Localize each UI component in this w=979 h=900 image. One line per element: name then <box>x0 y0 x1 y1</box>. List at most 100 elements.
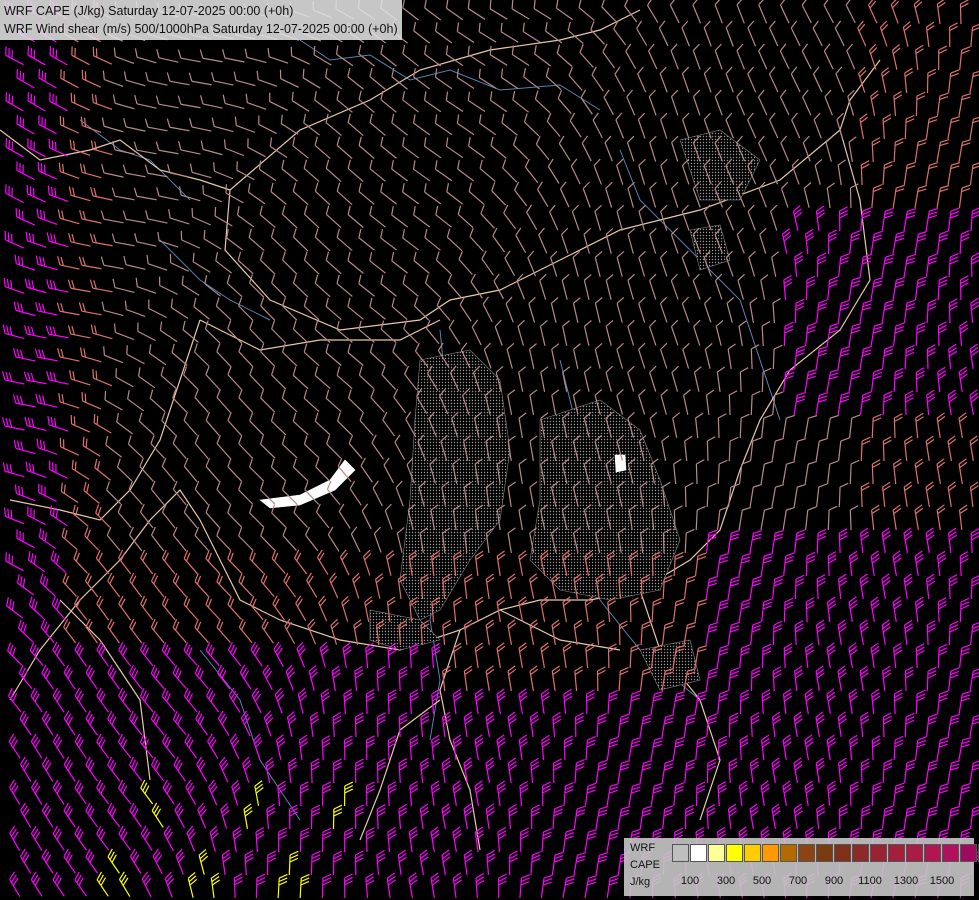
wind-barb <box>958 412 968 438</box>
wind-barb <box>791 112 801 139</box>
wind-barb <box>274 687 285 714</box>
wind-barb <box>725 20 734 47</box>
wind-barb <box>816 803 826 830</box>
wind-barb <box>5 46 24 66</box>
wind-barb <box>794 298 805 324</box>
wind-barb <box>111 233 135 247</box>
wind-barb <box>563 782 574 807</box>
wind-barb <box>859 253 872 277</box>
wind-barb <box>237 206 255 228</box>
wind-barb <box>848 136 857 162</box>
wind-barb <box>881 207 894 231</box>
wind-barb <box>506 342 515 369</box>
wind-barb <box>481 250 494 276</box>
wind-barb <box>511 0 530 20</box>
wind-barb <box>607 596 617 623</box>
wind-barb <box>199 49 223 63</box>
wind-barb <box>793 757 803 783</box>
wind-barb <box>92 46 113 65</box>
wind-barb <box>424 183 442 205</box>
wind-barb <box>948 343 958 370</box>
wind-barb <box>893 689 903 715</box>
wind-barb <box>904 67 913 94</box>
wind-barb <box>694 598 708 622</box>
wind-barb <box>24 325 47 339</box>
wind-barb <box>336 274 353 297</box>
wind-barb <box>325 389 342 413</box>
wind-barb <box>38 69 57 89</box>
wind-barb <box>194 526 209 551</box>
wind-barb <box>413 114 431 136</box>
wind-barb <box>183 641 198 666</box>
wind-barb <box>881 345 894 370</box>
wind-barb <box>501 113 518 136</box>
wind-barb <box>347 205 364 228</box>
wind-barb <box>177 95 201 109</box>
wind-barb <box>771 803 781 829</box>
wind-barb <box>319 641 329 668</box>
wind-barb <box>882 665 892 692</box>
wind-barb <box>716 366 726 392</box>
wind-barb <box>717 690 729 715</box>
wind-barb <box>491 182 507 206</box>
wind-barb <box>914 138 927 162</box>
wind-barb <box>594 204 602 231</box>
wind-barb <box>285 664 296 691</box>
wind-barb <box>254 780 264 806</box>
wind-barb <box>295 595 307 621</box>
wind-barb <box>649 227 657 254</box>
wind-barb <box>793 391 806 415</box>
wind-barb <box>35 255 58 271</box>
wind-barb <box>325 251 342 275</box>
cape-legend: WRF CAPE J/kg 100 300 500 700 900 1100 1300 150… <box>624 838 979 896</box>
wind-barb <box>561 274 570 300</box>
wind-barb <box>49 46 68 66</box>
wind-barb <box>474 734 484 760</box>
wind-barb <box>67 279 91 293</box>
wind-barb <box>292 458 309 482</box>
wind-barb <box>468 137 486 159</box>
wind-barb <box>815 619 826 646</box>
wind-barb <box>859 391 872 416</box>
wind-barb <box>496 688 506 714</box>
wind-barb <box>178 141 201 155</box>
wind-barb <box>50 550 67 574</box>
wind-barb <box>342 642 352 668</box>
wind-barb <box>398 758 408 784</box>
wind-barb <box>79 163 102 179</box>
wind-barb <box>52 825 65 851</box>
wind-barb <box>259 251 276 275</box>
wind-barb <box>737 273 745 300</box>
wind-barb <box>583 366 592 392</box>
wind-barb <box>738 780 749 806</box>
wind-barb <box>801 0 812 24</box>
wind-barb <box>252 733 263 760</box>
wind-barb <box>529 619 539 645</box>
wind-barb <box>183 595 198 620</box>
wind-barb <box>859 300 873 323</box>
wind-barb <box>159 276 178 295</box>
wind-barb <box>14 484 36 502</box>
wind-barb <box>601 0 617 22</box>
wind-barb <box>794 251 804 278</box>
wind-barb <box>139 733 154 759</box>
wind-barb <box>583 227 592 254</box>
wind-barb <box>90 324 113 340</box>
wind-barb <box>517 319 525 346</box>
wind-barb <box>496 734 506 760</box>
wind-barb <box>303 159 320 183</box>
wind-barb <box>227 458 242 482</box>
wind-barb <box>78 256 102 270</box>
wind-barb <box>166 118 190 132</box>
wind-barb <box>827 505 838 531</box>
wind-barb <box>270 366 287 390</box>
wind-barb <box>605 181 613 208</box>
wind-barb <box>508 803 518 830</box>
wind-barb <box>529 665 539 691</box>
wind-barb <box>826 182 836 208</box>
wind-barb <box>914 504 924 530</box>
wind-barb <box>489 0 508 20</box>
wind-barb <box>204 320 221 344</box>
wind-barb <box>502 159 518 183</box>
wind-barb <box>485 619 495 645</box>
